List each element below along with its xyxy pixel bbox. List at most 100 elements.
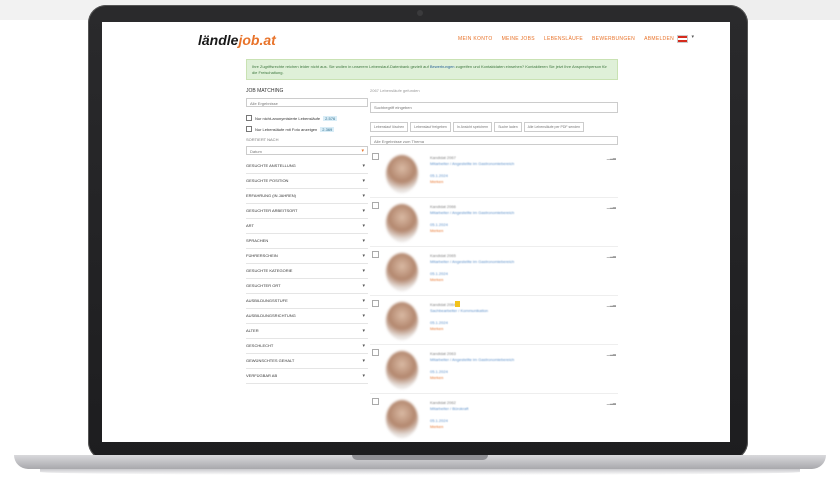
filter-item[interactable]: Geschlecht ▾ — [246, 339, 368, 354]
candidate-job[interactable]: Mitarbeiter / Angestellte im Gastronomie… — [430, 357, 560, 362]
result-row[interactable]: Kandidat 2062 Mitarbeiter / Bürokraft 05.1… — [370, 394, 618, 442]
candidate-date: 05.1.2024 — [430, 418, 448, 423]
save-link[interactable]: Merken — [430, 277, 443, 282]
action-chip[interactable]: Lebenslauf freigeben — [410, 122, 451, 132]
result-row[interactable]: Kandidat 2065 Mitarbeiter / Angestellte i… — [370, 247, 618, 296]
signal-bars-icon: ▁▂▃ — [606, 253, 616, 258]
results-sort-select[interactable]: Alle Ergebnisse zum Thema — [370, 136, 618, 145]
result-row[interactable]: Kandidat 2064 Sachbearbeiter / Kommunikat… — [370, 296, 618, 345]
candidate-name[interactable]: Kandidat 2063 — [430, 351, 456, 356]
candidate-job[interactable]: Sachbearbeiter / Kommunikation — [430, 308, 560, 313]
checkbox[interactable] — [246, 115, 252, 121]
notice-link[interactable]: Bewerbungen — [430, 64, 455, 69]
filter-item[interactable]: Gesuchte Anstellung ▾ — [246, 159, 368, 174]
candidate-date: 05.1.2024 — [430, 320, 448, 325]
filter-item[interactable]: Ausbildungsrichtung ▾ — [246, 309, 368, 324]
candidate-name[interactable]: Kandidat 2065 — [430, 253, 456, 258]
filter-sidebar: Job Matching Alle Ergebnisse Nur nicht-a… — [246, 88, 368, 384]
filter-item[interactable]: Alter ▾ — [246, 324, 368, 339]
candidate-photo — [386, 155, 418, 193]
sort-dropdown[interactable]: Datum ▾ — [246, 146, 368, 155]
candidate-photo — [386, 400, 418, 438]
site-logo[interactable]: ländlejob.at — [198, 32, 276, 48]
result-checkbox[interactable] — [372, 153, 379, 160]
search-input[interactable] — [370, 102, 618, 113]
signal-bars-icon: ▁▂▃ — [606, 204, 616, 209]
results-main: 2067 Lebensläufe gefunden Lebenslauf lös… — [370, 88, 618, 442]
filter-list: Gesuchte Anstellung ▾ Gesuchte Position ▾ Er… — [246, 159, 368, 384]
candidate-photo — [386, 253, 418, 291]
action-chip[interactable]: Lebenslauf löschen — [370, 122, 409, 132]
candidate-job[interactable]: Mitarbeiter / Bürokraft — [430, 406, 560, 411]
filter-label: Art — [246, 223, 254, 228]
candidate-job[interactable]: Mitarbeiter / Angestellte im Gastronomie… — [430, 210, 560, 215]
save-link[interactable]: Merken — [430, 424, 443, 429]
austria-flag-icon[interactable] — [677, 35, 688, 43]
filter-item[interactable]: Gesuchter Ort ▾ — [246, 279, 368, 294]
sort-label: Sortiert nach — [246, 137, 279, 142]
nav-resumes[interactable]: Lebensläufe — [544, 36, 583, 42]
results-select[interactable]: Alle Ergebnisse — [246, 98, 368, 107]
candidate-photo — [386, 204, 418, 242]
chevron-down-icon: ▾ — [362, 358, 365, 364]
signal-bars-icon: ▁▂▃ — [606, 155, 616, 160]
result-checkbox[interactable] — [372, 398, 379, 405]
save-link[interactable]: Merken — [430, 326, 443, 331]
chevron-down-icon[interactable]: ▾ — [691, 34, 694, 40]
filter-label: Gesuchter Arbeitsort — [246, 208, 298, 213]
save-link[interactable]: Merken — [430, 375, 443, 380]
result-checkbox[interactable] — [372, 300, 379, 307]
filter-item[interactable]: Gewünschtes Gehalt ▾ — [246, 354, 368, 369]
candidate-job[interactable]: Mitarbeiter / Angestellte im Gastronomie… — [430, 161, 560, 166]
nav-my-account[interactable]: Mein Konto — [458, 36, 493, 42]
save-link[interactable]: Merken — [430, 179, 443, 184]
result-checkbox[interactable] — [372, 202, 379, 209]
filter-label: Gesuchte Kategorie — [246, 268, 293, 273]
chevron-down-icon: ▾ — [362, 163, 365, 169]
action-chip[interactable]: Suche laden — [494, 122, 522, 132]
laptop-screen: ländlejob.at Mein Konto Meine Jobs Leben… — [102, 22, 730, 442]
result-row[interactable]: Kandidat 2067 Mitarbeiter / Angestellte i… — [370, 149, 618, 198]
nav-applications[interactable]: Bewerbungen — [592, 36, 635, 42]
action-chip[interactable]: Alle Lebensläufe per PDF senden — [523, 122, 585, 132]
nav-my-jobs[interactable]: Meine Jobs — [502, 36, 535, 42]
filter-item[interactable]: Gesuchte Position ▾ — [246, 174, 368, 189]
filter-label: Verfügbar ab — [246, 373, 278, 378]
candidate-photo — [386, 302, 418, 340]
filter-label: Ausbildungsrichtung — [246, 313, 296, 318]
candidate-job[interactable]: Mitarbeiter / Angestellte im Gastronomie… — [430, 259, 560, 264]
camera-icon — [417, 10, 423, 16]
result-checkbox[interactable] — [372, 349, 379, 356]
result-checkbox[interactable] — [372, 251, 379, 258]
filter-item[interactable]: Erfahrung (in Jahren) ▾ — [246, 189, 368, 204]
candidate-name[interactable]: Kandidat 2062 — [430, 400, 456, 405]
candidate-name[interactable]: Kandidat 2067 — [430, 155, 456, 160]
chevron-down-icon: ▾ — [362, 313, 365, 319]
filter-item[interactable]: Art ▾ — [246, 219, 368, 234]
candidate-name[interactable]: Kandidat 2064 — [430, 302, 456, 307]
photo-filter-check[interactable]: Nur Lebensläufe mit Foto anzeigen 2.369 — [246, 126, 368, 132]
result-row[interactable]: Kandidat 2063 Mitarbeiter / Angestellte i… — [370, 345, 618, 394]
nav-logout[interactable]: Abmelden — [644, 36, 674, 42]
candidate-name[interactable]: Kandidat 2066 — [430, 204, 456, 209]
checkbox[interactable] — [246, 126, 252, 132]
chevron-down-icon: ▾ — [362, 223, 365, 229]
filter-item[interactable]: Gesuchter Arbeitsort ▾ — [246, 204, 368, 219]
filter-label: Führerschein — [246, 253, 278, 258]
action-chip[interactable]: In Ansicht speichern — [452, 122, 493, 132]
action-chips: Lebenslauf löschen Lebenslauf freigeben In… — [370, 122, 618, 132]
notice-text: Ihre Zugriffsrechte reichen leider nicht… — [252, 64, 429, 69]
save-link[interactable]: Merken — [430, 228, 443, 233]
filter-item[interactable]: Gesuchte Kategorie ▾ — [246, 264, 368, 279]
candidate-date: 05.1.2024 — [430, 369, 448, 374]
result-list: Kandidat 2067 Mitarbeiter / Angestellte i… — [370, 149, 618, 442]
filter-label: Alter — [246, 328, 259, 333]
filter-item[interactable]: Sprachen ▾ — [246, 234, 368, 249]
filter-item[interactable]: Verfügbar ab ▾ — [246, 369, 368, 384]
filter-item[interactable]: Ausbildungsstufe ▾ — [246, 294, 368, 309]
filter-item[interactable]: Führerschein ▾ — [246, 249, 368, 264]
result-row[interactable]: Kandidat 2066 Mitarbeiter / Angestellte i… — [370, 198, 618, 247]
filter-label: Gesuchte Anstellung — [246, 163, 296, 168]
anonymous-filter-check[interactable]: Nur nicht-anonymisierte Lebensläufe 2.57… — [246, 115, 368, 121]
logo-accent: job.at — [238, 32, 276, 48]
